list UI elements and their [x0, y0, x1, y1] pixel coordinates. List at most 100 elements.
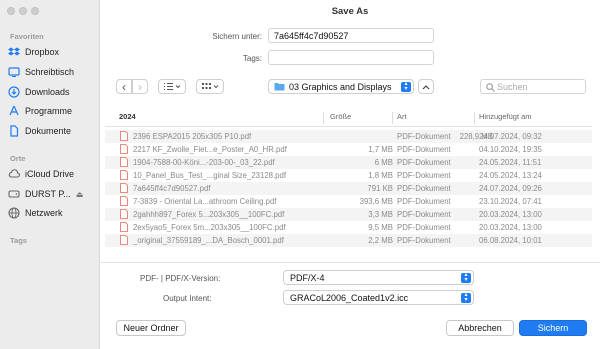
file-size: 1,8 MB [368, 171, 393, 180]
pdf-file-icon [120, 222, 128, 232]
file-date-added: 20.03.2024, 13:00 [479, 223, 542, 232]
table-row[interactable]: _original_37559189_...DA_Bosch_0001.pdf … [105, 234, 592, 247]
sidebar-item-label: DURST P... [25, 189, 71, 199]
file-date-added: 24.05.2024, 11:51 [479, 158, 542, 167]
pdf-file-icon [120, 196, 128, 206]
new-folder-button[interactable]: Neuer Ordner [116, 320, 186, 336]
location-label: 03 Graphics and Displays [289, 82, 392, 92]
file-date-added: 24.07.2024, 09:32 [479, 132, 542, 141]
options-separator [100, 262, 600, 263]
sidebar-item-schreibtisch[interactable]: Schreibtisch [8, 64, 96, 80]
sidebar-section-tags: Tags [10, 236, 27, 245]
file-kind: PDF-Dokument [397, 210, 451, 219]
location-popup[interactable]: 03 Graphics and Displays ▴ ▾ [268, 79, 414, 94]
file-size: 6 MB [374, 158, 393, 167]
list-view-button[interactable] [158, 79, 186, 94]
sidebar-item-netzwerk[interactable]: Netzwerk [8, 205, 96, 221]
table-row[interactable]: 10_Panel_Bus_Test_...ginal Size_23128.pd… [105, 169, 592, 182]
file-kind: PDF-Dokument [397, 158, 451, 167]
column-header-date-added[interactable]: Hinzugefügt am [479, 112, 579, 125]
file-name: 7a645ff4c7d90527.pdf [133, 184, 211, 193]
pdf-file-icon [120, 157, 128, 167]
sidebar-item-dokumente[interactable]: Dokumente [8, 123, 96, 139]
file-name: 10_Panel_Bus_Test_...ginal Size_23128.pd… [133, 171, 287, 180]
table-row[interactable]: 2217 KF_Zwolle_Fiet...e_Poster_A0_HR.pdf… [105, 143, 592, 156]
table-row[interactable]: 2gahhh897_Forex 5...203x305__100FC.pdf 3… [105, 208, 592, 221]
file-kind: PDF-Dokument [397, 184, 451, 193]
applications-icon [9, 105, 19, 116]
file-size: 791 KB [367, 184, 393, 193]
file-kind: PDF-Dokument [397, 145, 451, 154]
file-kind: PDF-Dokument [397, 223, 451, 232]
file-date-added: 24.05.2024, 13:24 [479, 171, 542, 180]
eject-icon[interactable]: ⏏ [76, 190, 84, 199]
column-divider [323, 112, 324, 124]
table-row[interactable]: 7-3839 - Oriental La...athroom Ceiling.p… [105, 195, 592, 208]
column-divider [474, 112, 475, 124]
column-header-name[interactable]: 2024 [105, 112, 321, 125]
list-view-icon [164, 82, 181, 91]
file-name: 2gahhh897_Forex 5...203x305__100FC.pdf [133, 210, 285, 219]
sidebar-item-label: Programme [25, 106, 73, 116]
sidebar-item-downloads[interactable]: Downloads [8, 84, 96, 100]
chevron-updown-icon: ▴ ▾ [461, 272, 471, 283]
file-size: 9,5 MB [368, 223, 393, 232]
sidebar-item-label: Dokumente [25, 126, 72, 136]
file-name: 7-3839 - Oriental La...athroom Ceiling.p… [133, 197, 277, 206]
cancel-button[interactable]: Abbrechen [446, 320, 514, 336]
column-header-size[interactable]: Größe [330, 112, 390, 125]
forward-button[interactable]: › [132, 79, 148, 94]
group-view-button[interactable] [196, 79, 224, 94]
column-header-kind[interactable]: Art [397, 112, 467, 125]
collapse-button[interactable] [418, 79, 434, 94]
sidebar-item-durst[interactable]: DURST P... ⏏ [8, 186, 96, 202]
file-name: 2ex5yao5_Forex 5m...203x305__100FC.pdf [133, 223, 286, 232]
grid-view-icon [202, 83, 219, 89]
sidebar-item-dropbox[interactable]: Dropbox [8, 44, 96, 60]
save-as-field[interactable]: 7a645ff4c7d90527 [268, 28, 434, 43]
pdf-file-icon [120, 144, 128, 154]
dropbox-icon [8, 47, 20, 56]
minimize-window-button[interactable] [19, 7, 27, 15]
output-intent-select[interactable]: GRACoL2006_Coated1v2.icc ▴ ▾ [283, 290, 474, 305]
search-icon [486, 83, 495, 92]
sidebar: Favoriten Dropbox Schreibtisch Downloads… [0, 0, 100, 349]
table-row[interactable]: 1904-7588-00-Köni...-203-00-_03_22.pdf 6… [105, 156, 592, 169]
table-row[interactable]: 2ex5yao5_Forex 5m...203x305__100FC.pdf 9… [105, 221, 592, 234]
tags-label: Tags: [242, 54, 262, 63]
sidebar-section-favorites: Favoriten [10, 32, 44, 41]
folder-icon [274, 83, 285, 91]
header-separator [105, 126, 592, 127]
table-row[interactable]: 2396 ESPA2015 205x305 P10.pdf 228,9 MB P… [105, 130, 592, 143]
zoom-window-button[interactable] [31, 7, 39, 15]
close-window-button[interactable] [7, 7, 15, 15]
output-intent-value: GRACoL2006_Coated1v2.icc [290, 293, 409, 303]
file-size: 393,6 MB [359, 197, 393, 206]
chevron-updown-icon: ▴ ▾ [461, 292, 471, 303]
sidebar-item-label: Netzwerk [25, 208, 63, 218]
search-field[interactable]: Suchen [480, 79, 586, 94]
pdfx-version-select[interactable]: PDF/X-4 ▴ ▾ [283, 270, 474, 285]
tags-field[interactable] [268, 50, 434, 65]
file-date-added: 24.07.2024, 09:26 [479, 184, 542, 193]
file-name: 2217 KF_Zwolle_Fiet...e_Poster_A0_HR.pdf [133, 145, 287, 154]
file-name: _original_37559189_...DA_Bosch_0001.pdf [133, 236, 284, 245]
sidebar-item-label: Downloads [25, 87, 70, 97]
file-date-added: 04.10.2024, 19:35 [479, 145, 542, 154]
back-button[interactable]: ‹ [116, 79, 132, 94]
output-intent-label: Output Intent: [163, 294, 212, 303]
pdf-file-icon [120, 170, 128, 180]
sidebar-item-icloud-drive[interactable]: iCloud Drive [8, 166, 96, 182]
file-size: 2,2 MB [368, 236, 393, 245]
file-name: 1904-7588-00-Köni...-203-00-_03_22.pdf [133, 158, 275, 167]
cloud-icon [8, 169, 20, 178]
save-button[interactable]: Sichern [519, 320, 587, 336]
pdf-file-icon [120, 235, 128, 245]
file-size: 3,3 MB [368, 210, 393, 219]
file-kind: PDF-Dokument [397, 171, 451, 180]
sidebar-item-programme[interactable]: Programme [8, 103, 96, 119]
table-row[interactable]: 7a645ff4c7d90527.pdf 791 KB PDF-Dokument… [105, 182, 592, 195]
sidebar-item-label: Schreibtisch [25, 67, 75, 77]
file-kind: PDF-Dokument [397, 132, 451, 141]
pdf-file-icon [120, 183, 128, 193]
